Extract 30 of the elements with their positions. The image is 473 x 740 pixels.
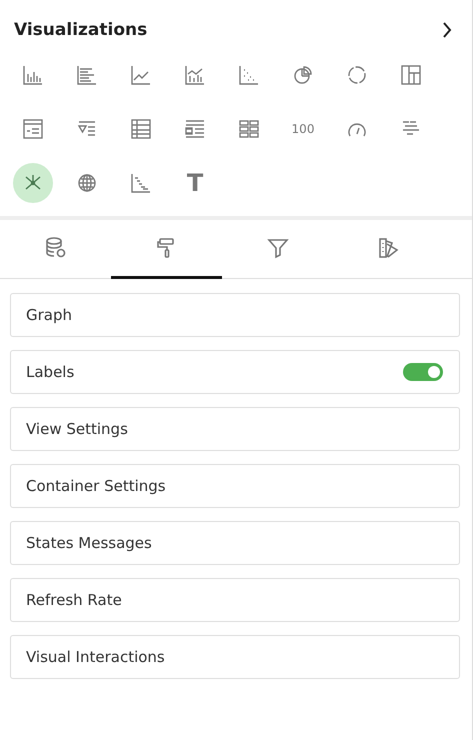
list-icon (184, 118, 206, 140)
settings-section-header[interactable]: Visual Interactions (10, 635, 460, 679)
settings-section-header[interactable]: States Messages (10, 521, 460, 565)
scatter-plot-icon (238, 64, 260, 86)
grid-layout-icon (400, 64, 422, 86)
settings-section-header[interactable]: Graph (10, 293, 460, 337)
settings-section-header[interactable]: Labels (10, 350, 460, 394)
settings-section-header[interactable]: View Settings (10, 407, 460, 451)
palette-icon (376, 236, 400, 260)
filter-icon (266, 236, 290, 260)
globe-icon (76, 172, 98, 194)
bar-chart-icon (76, 64, 98, 86)
text-visual-button[interactable]: T (175, 163, 215, 203)
ring-icon (346, 64, 368, 86)
combo-chart-icon (184, 64, 206, 86)
panel-title: Visualizations (14, 20, 148, 40)
database-settings-icon (44, 236, 68, 260)
chevron-right-icon[interactable] (442, 22, 452, 38)
pie-chart-icon (292, 64, 314, 86)
table-icon (130, 118, 152, 140)
line-chart-icon (130, 64, 152, 86)
tiles-icon (238, 118, 260, 140)
number-visual-button[interactable]: 100 (283, 109, 323, 149)
settings-section-header[interactable]: Refresh Rate (10, 578, 460, 622)
form-icon (22, 118, 44, 140)
settings-section-header[interactable]: Container Settings (10, 464, 460, 508)
toggle-switch[interactable] (403, 363, 443, 381)
column-chart-icon (22, 64, 44, 86)
step-chart-icon (130, 172, 152, 194)
visual-type-button[interactable] (13, 163, 53, 203)
